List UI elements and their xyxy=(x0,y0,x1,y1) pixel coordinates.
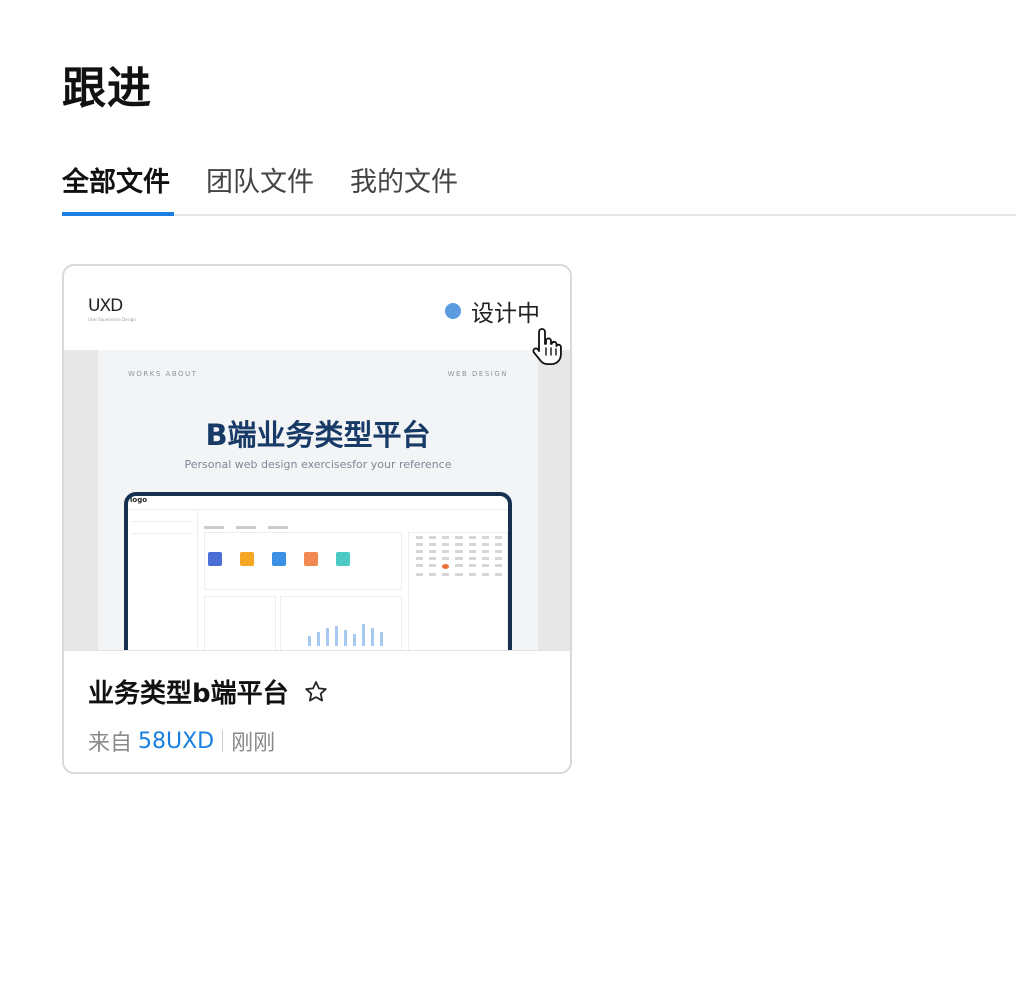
meta-divider xyxy=(222,730,224,752)
page-title: 跟进 xyxy=(62,63,152,114)
meta-prefix: 来自 xyxy=(88,731,133,756)
thumbnail-nav-right: WEB DESIGN xyxy=(447,370,508,378)
hand-pointer-icon xyxy=(532,328,562,365)
thumbnail-title: B端业务类型平台 xyxy=(205,418,431,452)
thumbnail-page: WORKS ABOUT WEB DESIGN B端业务类型平台 Personal… xyxy=(98,350,538,650)
laptop-todo-panel xyxy=(204,596,276,650)
tab-active-indicator xyxy=(62,212,174,216)
laptop-breadcrumb xyxy=(204,514,404,529)
owner-link[interactable]: 58UXD xyxy=(138,729,214,754)
laptop-bar-chart xyxy=(308,622,383,646)
status-label: 设计中 xyxy=(471,301,540,327)
tab-my-files[interactable]: 我的文件 xyxy=(350,160,458,199)
card-footer: 业务类型b端平台 来自 58UXD 刚刚 xyxy=(64,650,570,772)
brand-logo: UXD User Experience Design xyxy=(88,296,136,322)
meta-time: 刚刚 xyxy=(231,731,276,756)
tab-all-files[interactable]: 全部文件 xyxy=(62,160,170,199)
thumbnail-subtitle: Personal web design exercisesfor your re… xyxy=(184,458,452,471)
laptop-shortcut-icons xyxy=(208,552,350,566)
file-thumbnail[interactable]: WORKS ABOUT WEB DESIGN B端业务类型平台 Personal… xyxy=(64,350,570,650)
file-tabs: 全部文件 团队文件 我的文件 xyxy=(62,150,1016,216)
status-badge[interactable]: 设计中 xyxy=(445,294,540,328)
file-card[interactable]: UXD User Experience Design 设计中 WORKS ABO… xyxy=(62,264,572,774)
file-name[interactable]: 业务类型b端平台 xyxy=(88,673,289,710)
file-name-row: 业务类型b端平台 xyxy=(88,673,329,710)
file-meta: 来自 58UXD 刚刚 xyxy=(88,725,275,757)
tab-team-files[interactable]: 团队文件 xyxy=(206,160,314,199)
thumbnail-nav-left: WORKS ABOUT xyxy=(128,370,198,378)
laptop-calendar xyxy=(414,536,504,576)
brand-logo-text: UXD xyxy=(88,296,123,316)
brand-logo-subtext: User Experience Design xyxy=(88,317,136,322)
status-dot-icon xyxy=(445,303,461,319)
card-header: UXD User Experience Design 设计中 xyxy=(64,266,570,350)
star-outline-icon[interactable] xyxy=(303,679,329,705)
laptop-sidebar xyxy=(128,510,198,650)
laptop-logo: logo xyxy=(128,496,508,510)
laptop-mockup: logo xyxy=(124,492,512,650)
